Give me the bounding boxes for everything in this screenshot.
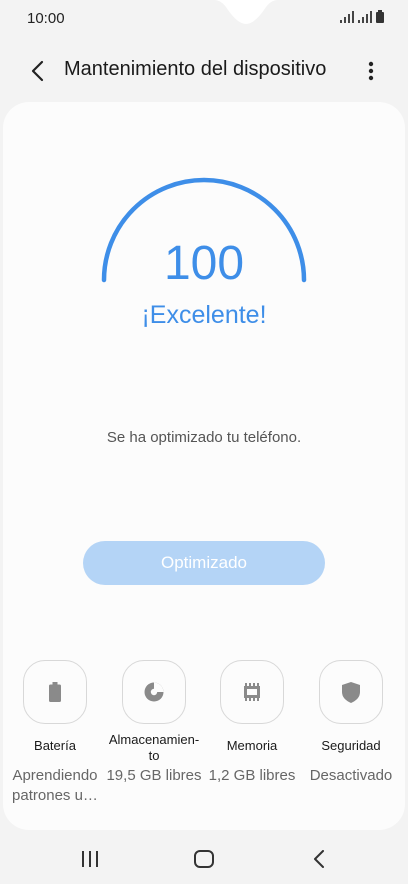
memory-tile-button[interactable]: [220, 660, 284, 724]
status-message: Se ha optimizado tu teléfono.: [106, 429, 302, 446]
storage-tile-button[interactable]: [122, 660, 186, 724]
back-arrow-icon: [31, 60, 44, 82]
tile-storage[interactable]: Almacenamien-to 19,5 GB libres: [106, 660, 202, 784]
storage-pie-icon: [144, 682, 164, 702]
score-value: 100: [163, 237, 245, 290]
home-button[interactable]: [189, 846, 219, 872]
security-tile-button[interactable]: [319, 660, 383, 724]
nav-back-icon: [314, 850, 324, 868]
status-bar: 10:00: [0, 0, 408, 38]
status-icons: [340, 10, 384, 23]
battery-status-icon: [376, 10, 384, 23]
tile-label-storage: Almacenamien-to: [108, 732, 200, 763]
shield-icon: [342, 681, 360, 703]
notch-shape: [214, 0, 278, 24]
back-button[interactable]: [22, 56, 52, 86]
signal-icon: [340, 11, 354, 23]
tile-label-memory: Memoria: [226, 738, 278, 753]
tile-value-storage: 19,5 GB libres: [106, 767, 202, 784]
battery-tile-button[interactable]: [23, 660, 87, 724]
tile-label-security: Seguridad: [321, 738, 381, 753]
tile-value-battery: Aprendiendo patrones u…: [12, 767, 98, 804]
recent-apps-icon: [82, 851, 98, 867]
optimize-button[interactable]: Optimizado: [83, 541, 325, 585]
navigation-bar: [0, 836, 408, 884]
app-bar: Mantenimiento del dispositivo: [0, 44, 408, 98]
tile-value-security: Desactivado: [309, 767, 393, 784]
home-icon: [194, 850, 214, 868]
memory-chip-icon: [244, 683, 260, 701]
more-options-button[interactable]: [356, 56, 386, 86]
tile-value-memory: 1,2 GB libres: [208, 767, 296, 784]
score-label: ¡Excelente!: [141, 301, 267, 329]
signal-icon-2: [358, 11, 372, 23]
recent-apps-button[interactable]: [75, 846, 105, 872]
more-options-icon: [368, 61, 374, 81]
tile-label-battery: Batería: [34, 738, 76, 753]
tile-battery[interactable]: Batería Aprendiendo patrones u…: [7, 660, 103, 804]
status-time: 10:00: [27, 10, 65, 27]
tile-memory[interactable]: Memoria 1,2 GB libres: [204, 660, 300, 784]
nav-back-button[interactable]: [304, 846, 334, 872]
battery-icon: [49, 682, 61, 702]
tile-security[interactable]: Seguridad Desactivado: [303, 660, 399, 784]
page-title: Mantenimiento del dispositivo: [64, 58, 327, 80]
